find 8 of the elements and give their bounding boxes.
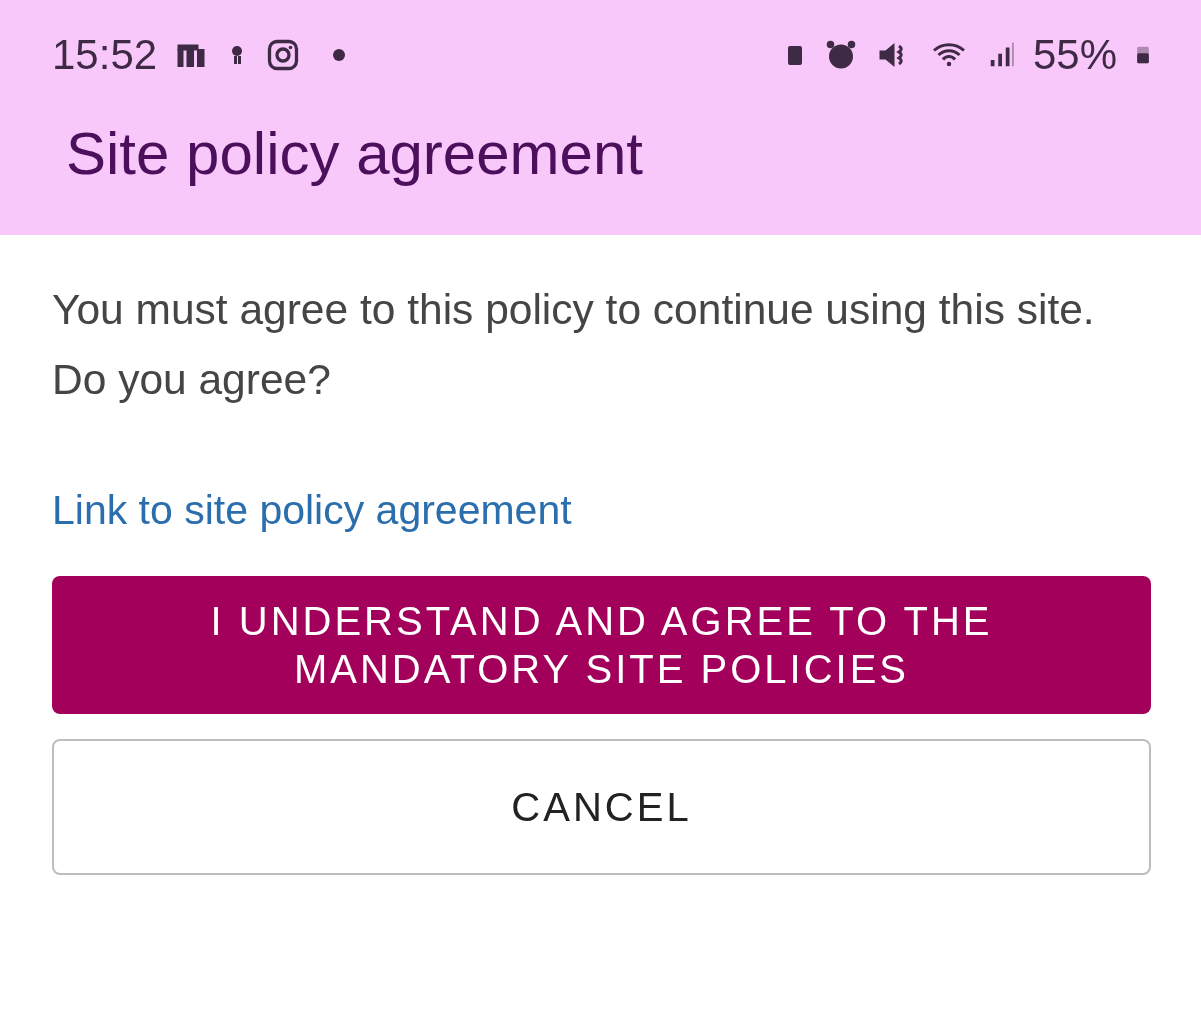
policy-message: You must agree to this policy to continue using this site. Do you agree? [52, 285, 1096, 405]
status-time: 15:52 [52, 31, 158, 79]
agree-button[interactable]: I UNDERSTAND AND AGREE TO THE MANDATORY SITE POLICIES [52, 576, 1151, 714]
policy-link[interactable]: Link to site policy agreement [52, 487, 572, 534]
battery-percentage: 55% [1032, 31, 1117, 79]
dot-icon [333, 49, 346, 61]
page-title: Site policy agreement [66, 119, 644, 184]
cancel-button[interactable]: CANCEL [52, 739, 1151, 875]
